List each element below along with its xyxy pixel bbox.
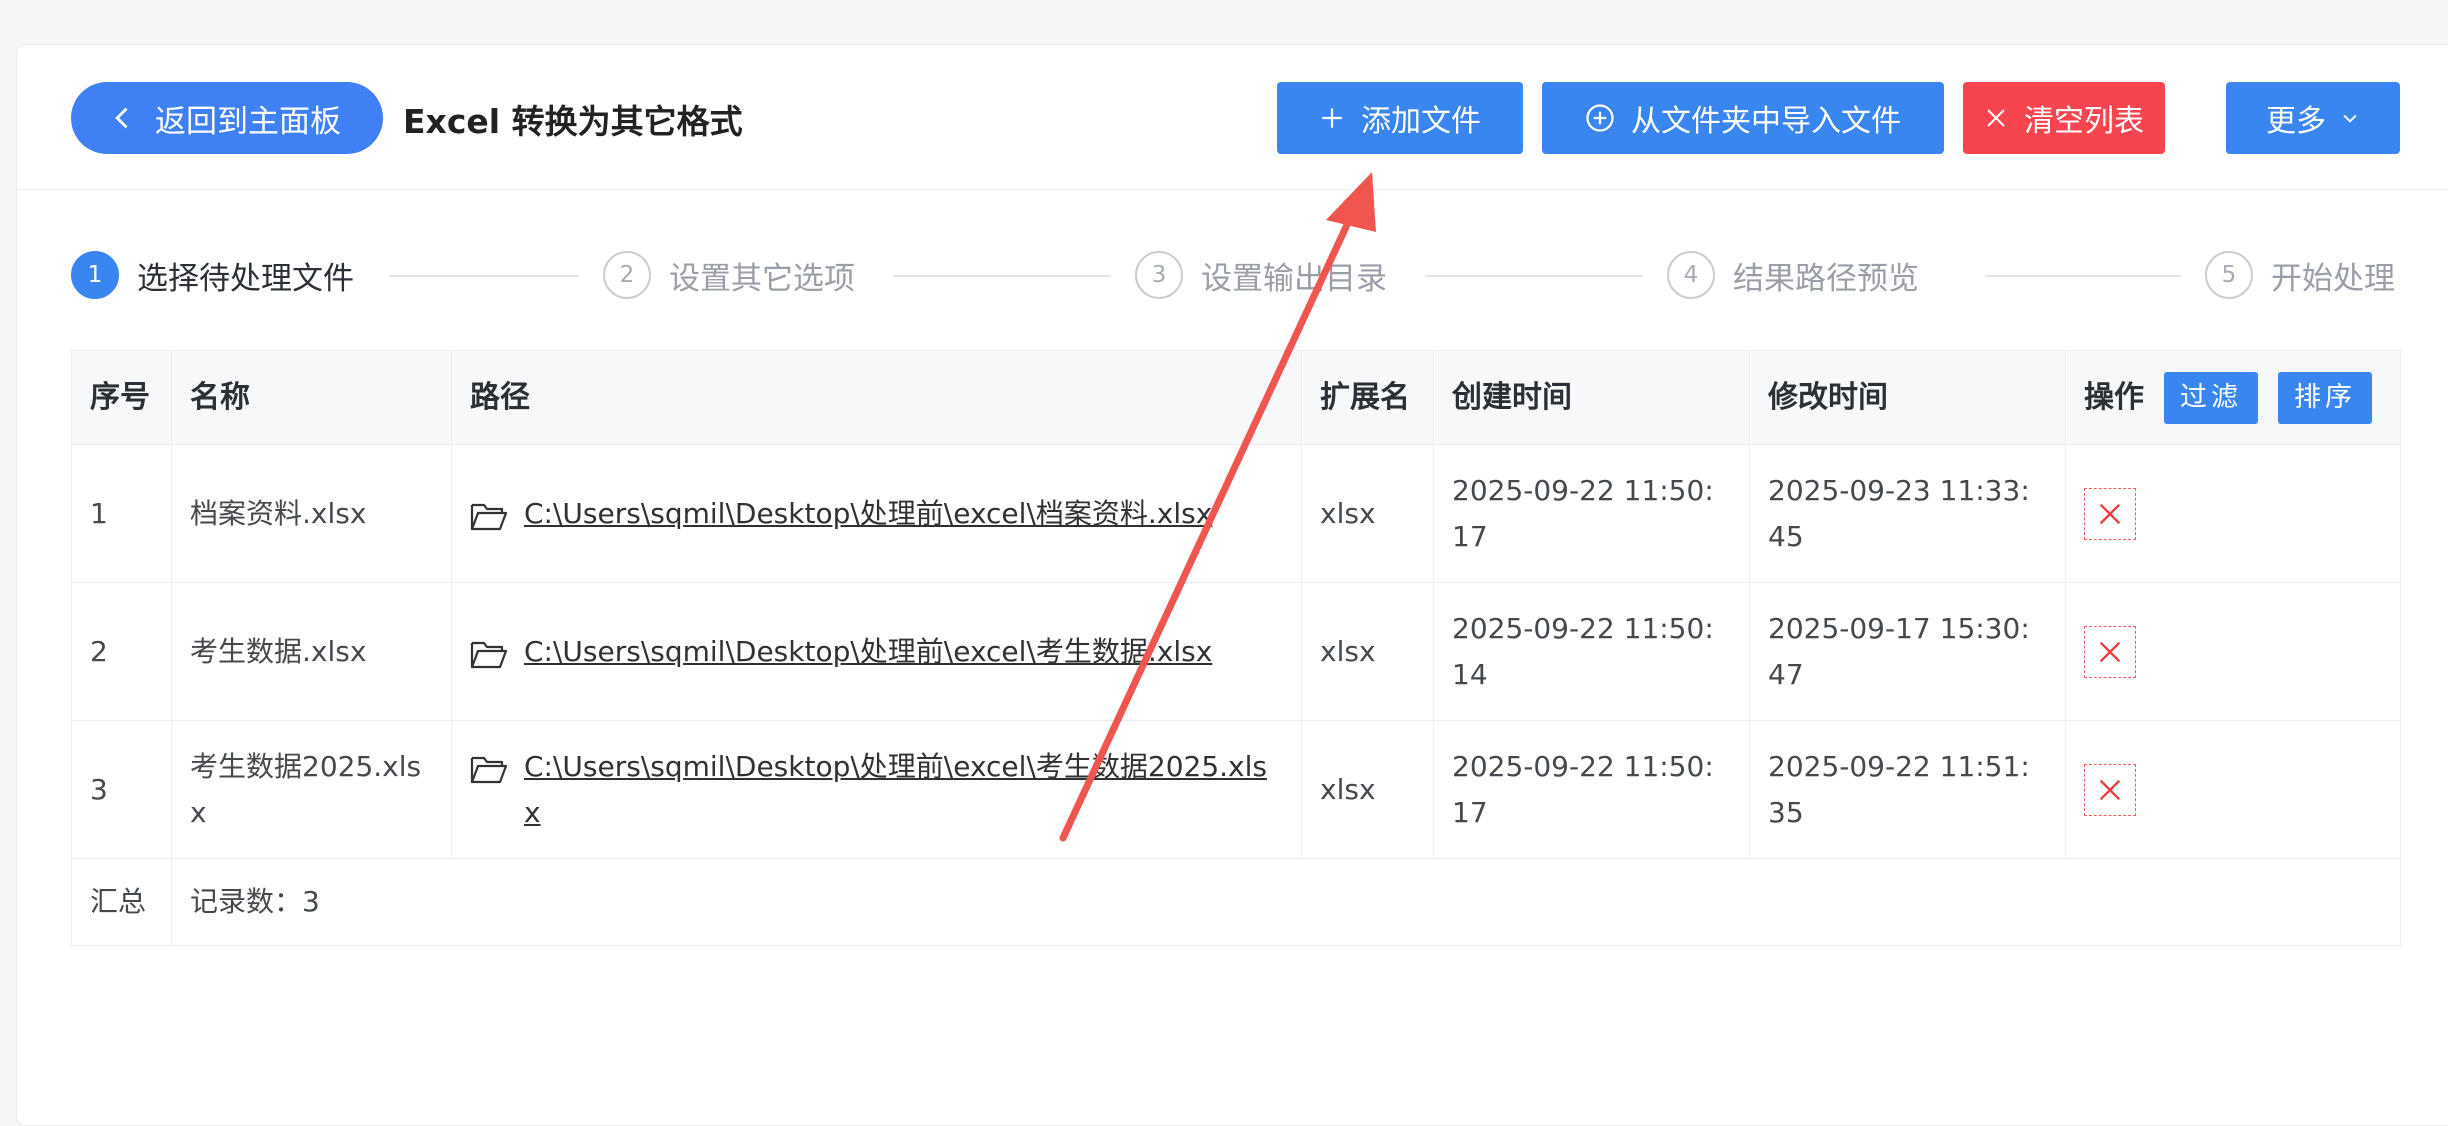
step-indicator: 1 选择待处理文件 2 设置其它选项 3 设置输出目录 4 结果路径预览 5 开… bbox=[71, 245, 2411, 305]
record-count: 记录数：3 bbox=[190, 885, 320, 918]
delete-icon[interactable] bbox=[2084, 625, 2136, 678]
actions-label: 操作 bbox=[2084, 379, 2144, 415]
add-file-label: 添加文件 bbox=[1361, 104, 1481, 139]
circle-plus-icon bbox=[1585, 103, 1615, 133]
step-1: 1 选择待处理文件 bbox=[71, 245, 354, 305]
more-label: 更多 bbox=[2266, 104, 2326, 139]
file-extension: xlsx bbox=[1302, 445, 1434, 582]
clear-list-button[interactable]: 清空列表 bbox=[1963, 82, 2165, 154]
table-row: 2 考生数据.xlsx C:\Users\sqmil\Desktop\处理前\e… bbox=[72, 583, 2400, 721]
created-time: 2025-09-22 11:50:17 bbox=[1434, 445, 1750, 582]
file-name: 档案资料.xlsx bbox=[172, 445, 452, 582]
modified-time: 2025-09-17 15:30:47 bbox=[1750, 583, 2066, 720]
delete-icon[interactable] bbox=[2084, 487, 2136, 540]
close-icon bbox=[1984, 106, 2008, 130]
file-path-cell: C:\Users\sqmil\Desktop\处理前\excel\考生数据.xl… bbox=[452, 583, 1302, 720]
column-header-actions: 操作 过滤 排序 bbox=[2066, 351, 2400, 444]
step-connector bbox=[893, 275, 1111, 277]
summary-row: 汇总 记录数：3 bbox=[72, 859, 2400, 945]
step-label: 设置其它选项 bbox=[669, 260, 855, 297]
table-row: 1 档案资料.xlsx C:\Users\sqmil\Desktop\处理前\e… bbox=[72, 445, 2400, 583]
back-button-label: 返回到主面板 bbox=[155, 103, 341, 140]
step-number: 5 bbox=[2205, 251, 2253, 299]
sort-button[interactable]: 排序 bbox=[2278, 371, 2372, 424]
file-name: 考生数据.xlsx bbox=[172, 583, 452, 720]
row-index: 2 bbox=[72, 583, 172, 720]
column-header-name: 名称 bbox=[172, 351, 452, 444]
folder-icon[interactable] bbox=[470, 639, 508, 669]
back-to-main-button[interactable]: 返回到主面板 bbox=[71, 82, 383, 154]
chevron-down-icon bbox=[2340, 101, 2360, 136]
file-extension: xlsx bbox=[1302, 721, 1434, 858]
created-time: 2025-09-22 11:50:17 bbox=[1434, 721, 1750, 858]
created-time: 2025-09-22 11:50:14 bbox=[1434, 583, 1750, 720]
delete-icon[interactable] bbox=[2084, 763, 2136, 816]
row-index: 3 bbox=[72, 721, 172, 858]
clear-list-label: 清空列表 bbox=[2024, 104, 2144, 139]
plus-icon bbox=[1319, 105, 1345, 131]
page-title: Excel 转换为其它格式 bbox=[403, 102, 743, 141]
row-actions bbox=[2066, 583, 2400, 720]
modified-time: 2025-09-22 11:51:35 bbox=[1750, 721, 2066, 858]
step-number: 3 bbox=[1135, 251, 1183, 299]
step-2: 2 设置其它选项 bbox=[603, 245, 855, 305]
step-3: 3 设置输出目录 bbox=[1135, 245, 1387, 305]
file-path-link[interactable]: C:\Users\sqmil\Desktop\处理前\excel\考生数据.xl… bbox=[524, 629, 1212, 675]
column-header-path: 路径 bbox=[452, 351, 1302, 444]
column-header-modified: 修改时间 bbox=[1750, 351, 2066, 444]
step-connector bbox=[389, 275, 579, 277]
file-path-cell: C:\Users\sqmil\Desktop\处理前\excel\档案资料.xl… bbox=[452, 445, 1302, 582]
toolbar: 返回到主面板 Excel 转换为其它格式 添加文件 从文件夹中导入文件 清空列表… bbox=[17, 45, 2448, 190]
main-panel: 返回到主面板 Excel 转换为其它格式 添加文件 从文件夹中导入文件 清空列表… bbox=[16, 44, 2448, 1126]
step-number: 2 bbox=[603, 251, 651, 299]
import-from-folder-button[interactable]: 从文件夹中导入文件 bbox=[1542, 82, 1944, 154]
column-header-created: 创建时间 bbox=[1434, 351, 1750, 444]
step-number: 1 bbox=[71, 251, 119, 299]
row-actions bbox=[2066, 445, 2400, 582]
folder-icon[interactable] bbox=[470, 754, 508, 784]
more-dropdown-button[interactable]: 更多 bbox=[2226, 82, 2400, 154]
row-actions bbox=[2066, 721, 2400, 858]
chevron-left-icon bbox=[115, 107, 128, 129]
add-file-button[interactable]: 添加文件 bbox=[1277, 82, 1523, 154]
column-header-extension: 扩展名 bbox=[1302, 351, 1434, 444]
filter-button[interactable]: 过滤 bbox=[2164, 371, 2258, 424]
step-number: 4 bbox=[1667, 251, 1715, 299]
step-5: 5 开始处理 bbox=[2205, 245, 2395, 305]
folder-icon[interactable] bbox=[470, 501, 508, 531]
column-header-index: 序号 bbox=[72, 351, 172, 444]
step-label: 选择待处理文件 bbox=[137, 260, 354, 297]
file-path-link[interactable]: C:\Users\sqmil\Desktop\处理前\excel\档案资料.xl… bbox=[524, 491, 1212, 537]
step-connector bbox=[1985, 275, 2181, 277]
row-index: 1 bbox=[72, 445, 172, 582]
import-from-folder-label: 从文件夹中导入文件 bbox=[1631, 104, 1901, 139]
modified-time: 2025-09-23 11:33:45 bbox=[1750, 445, 2066, 582]
step-connector bbox=[1425, 275, 1643, 277]
table-header: 序号 名称 路径 扩展名 创建时间 修改时间 操作 过滤 排序 bbox=[72, 351, 2400, 445]
summary-label: 汇总 bbox=[72, 859, 172, 945]
file-path-cell: C:\Users\sqmil\Desktop\处理前\excel\考生数据202… bbox=[452, 721, 1302, 858]
step-4: 4 结果路径预览 bbox=[1667, 245, 1919, 305]
step-label: 开始处理 bbox=[2271, 260, 2395, 297]
step-label: 设置输出目录 bbox=[1201, 260, 1387, 297]
file-path-link[interactable]: C:\Users\sqmil\Desktop\处理前\excel\考生数据202… bbox=[524, 744, 1283, 836]
file-table: 序号 名称 路径 扩展名 创建时间 修改时间 操作 过滤 排序 1 档案资料.x… bbox=[71, 350, 2401, 946]
file-name: 考生数据2025.xlsx bbox=[172, 721, 452, 858]
table-row: 3 考生数据2025.xlsx C:\Users\sqmil\Desktop\处… bbox=[72, 721, 2400, 859]
step-label: 结果路径预览 bbox=[1733, 260, 1919, 297]
file-extension: xlsx bbox=[1302, 583, 1434, 720]
